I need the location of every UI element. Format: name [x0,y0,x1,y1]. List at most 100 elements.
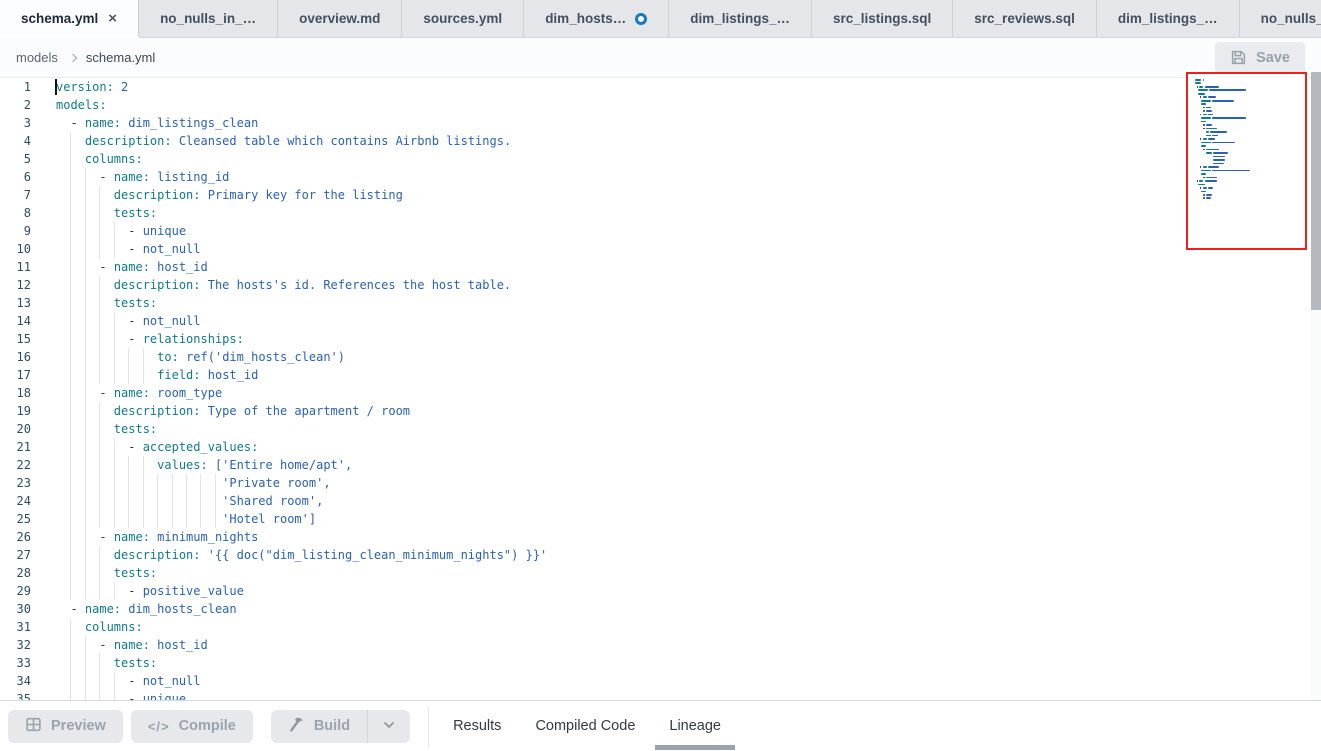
minimap-bar [1203,187,1207,189]
code-line-text: tests: [56,294,157,312]
code-line[interactable]: 25 'Hotel room'] [0,510,1321,528]
preview-button[interactable]: Preview [8,710,123,743]
line-number: 10 [0,240,31,258]
code-line[interactable]: 16 to: ref('dim_hosts_clean') [0,348,1321,366]
build-dropdown-button[interactable] [367,710,410,743]
minimap-bar [1206,124,1212,126]
code-line[interactable]: 30 - name: dim_hosts_clean [0,600,1321,618]
minimap-line [1195,110,1301,112]
editor-tab[interactable]: no_nulls_in_… [1240,0,1321,37]
code-line[interactable]: 7 description: Primary key for the listi… [0,186,1321,204]
breadcrumb-item-models[interactable]: models [16,50,58,65]
minimap-bar [1206,177,1217,179]
code-line[interactable]: 11 - name: host_id [0,258,1321,276]
code-line[interactable]: 3 - name: dim_listings_clean [0,114,1321,132]
indent-guide [85,420,86,438]
minimap-bar [1212,170,1250,172]
code-line[interactable]: 27 description: '{{ doc("dim_listing_cle… [0,546,1321,564]
code-line[interactable]: 26 - name: minimum_nights [0,528,1321,546]
code-line-text: values: ['Entire home/apt', [56,456,352,474]
code-line[interactable]: 23 'Private room', [0,474,1321,492]
code-line[interactable]: 28 tests: [0,564,1321,582]
line-number: 4 [0,132,31,150]
code-line[interactable]: 35 - unique [0,690,1321,700]
modified-indicator-icon [635,13,647,25]
code-line[interactable]: 34 - not_null [0,672,1321,690]
code-line[interactable]: 33 tests: [0,654,1321,672]
scrollbar-thumb[interactable] [1311,72,1321,310]
minimap-bar [1203,114,1207,116]
minimap-line [1195,170,1301,172]
indent-guide [157,492,158,510]
minimap-bar [1203,96,1207,98]
indent-guide [85,474,86,492]
code-line[interactable]: 9 - unique [0,222,1321,240]
minimap-line [1195,131,1301,133]
code-line[interactable]: 17 field: host_id [0,366,1321,384]
code-line-text: columns: [56,150,143,168]
code-line[interactable]: 10 - not_null [0,240,1321,258]
editor-tab[interactable]: dim_listings_… [1097,0,1240,37]
editor-tab[interactable]: no_nulls_in_… [139,0,278,37]
minimap-bar [1213,159,1224,161]
build-button[interactable]: Build [271,710,367,743]
code-line[interactable]: 18 - name: room_type [0,384,1321,402]
breadcrumb: models schema.yml Save [0,38,1321,78]
code-line[interactable]: 20 tests: [0,420,1321,438]
save-button[interactable]: Save [1215,42,1305,73]
close-icon[interactable]: × [108,11,117,26]
minimap-line [1195,184,1301,186]
editor-scrollbar[interactable] [1311,72,1321,700]
indent-guide [114,456,115,474]
indent-guide [85,366,86,384]
code-line[interactable]: 15 - relationships: [0,330,1321,348]
editor-tab[interactable]: schema.yml× [0,0,139,37]
indent-guide [99,438,100,456]
bottom-tab-compiled-code[interactable]: Compiled Code [521,701,649,751]
code-line[interactable]: 5 columns: [0,150,1321,168]
editor-tab[interactable]: overview.md [278,0,402,37]
line-number: 18 [0,384,31,402]
code-editor[interactable]: 1version: 22models:3 - name: dim_listing… [0,78,1321,700]
code-line[interactable]: 13 tests: [0,294,1321,312]
indent-guide [99,294,100,312]
breadcrumb-item-file: schema.yml [86,50,155,65]
bottom-tab-lineage[interactable]: Lineage [655,701,735,751]
chevron-right-icon [69,53,77,61]
indent-guide [70,690,71,700]
code-line[interactable]: 22 values: ['Entire home/apt', [0,456,1321,474]
code-line[interactable]: 24 'Shared room', [0,492,1321,510]
minimap-line [1195,177,1301,179]
editor-tab[interactable]: src_listings.sql [812,0,953,37]
indent-guide [114,510,115,528]
code-line[interactable]: 1version: 2 [0,78,1321,96]
code-line[interactable]: 21 - accepted_values: [0,438,1321,456]
code-line[interactable]: 29 - positive_value [0,582,1321,600]
line-number: 12 [0,276,31,294]
tab-label: dim_listings_… [1118,11,1218,26]
code-line[interactable]: 6 - name: listing_id [0,168,1321,186]
editor-tab[interactable]: src_reviews.sql [953,0,1097,37]
code-line[interactable]: 19 description: Type of the apartment / … [0,402,1321,420]
minimap-bar [1203,107,1205,109]
editor-tab[interactable]: dim_hosts… [524,0,669,37]
compile-button[interactable]: </> Compile [131,710,253,743]
line-number: 34 [0,672,31,690]
code-line[interactable]: 32 - name: host_id [0,636,1321,654]
code-line[interactable]: 31 columns: [0,618,1321,636]
minimap-bar [1197,180,1199,182]
minimap-bar [1208,114,1214,116]
minimap-viewport[interactable] [1186,72,1307,250]
minimap-bar [1208,138,1215,140]
minimap-line [1195,89,1301,91]
bottom-tab-results[interactable]: Results [439,701,515,751]
code-line[interactable]: 8 tests: [0,204,1321,222]
code-line[interactable]: 14 - not_null [0,312,1321,330]
editor-tab[interactable]: sources.yml [402,0,524,37]
editor-tab[interactable]: dim_listings_… [669,0,812,37]
code-line[interactable]: 12 description: The hosts's id. Referenc… [0,276,1321,294]
code-line[interactable]: 4 description: Cleansed table which cont… [0,132,1321,150]
code-line[interactable]: 2models: [0,96,1321,114]
indent-guide [70,438,71,456]
indent-guide [99,690,100,700]
